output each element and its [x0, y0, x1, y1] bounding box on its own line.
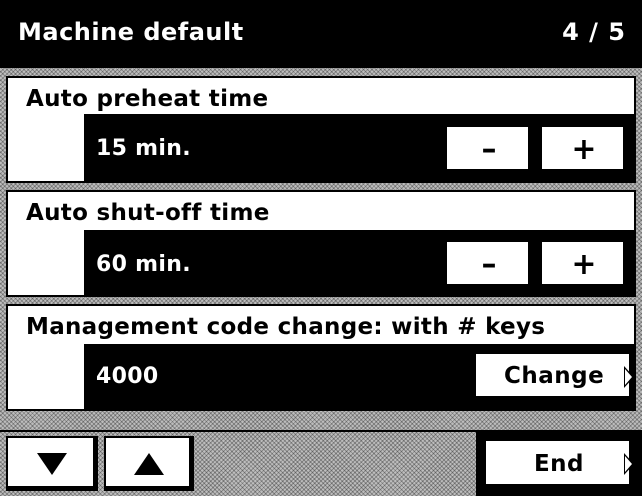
scroll-down-button[interactable]: [6, 436, 98, 491]
plus-icon: +: [571, 131, 597, 167]
change-button[interactable]: Change: [474, 352, 634, 401]
page-indicator: 4 / 5: [562, 18, 626, 46]
end-label: End: [533, 450, 585, 477]
shutoff-minus-button[interactable]: –: [445, 240, 533, 289]
minus-icon: –: [481, 131, 497, 167]
shutoff-label: Auto shut-off time: [26, 200, 270, 226]
minus-icon: –: [481, 246, 497, 282]
plus-icon: +: [571, 246, 597, 282]
end-button[interactable]: End: [484, 439, 634, 489]
preheat-value: 15 min.: [96, 136, 191, 161]
management-code-label: Management code change: with # keys: [26, 314, 546, 340]
shutoff-value: 60 min.: [96, 252, 191, 277]
preheat-plus-button[interactable]: +: [540, 125, 628, 174]
management-code-value: 4000: [96, 364, 159, 389]
change-label: Change: [504, 363, 605, 389]
triangle-up-icon: [134, 452, 164, 475]
triangle-down-icon: [37, 452, 67, 475]
title-bar: Machine default 4 / 5: [0, 0, 642, 68]
shutoff-plus-button[interactable]: +: [540, 240, 628, 289]
preheat-minus-button[interactable]: –: [445, 125, 533, 174]
scroll-up-button[interactable]: [104, 436, 194, 491]
screen-title: Machine default: [18, 18, 244, 46]
preheat-label: Auto preheat time: [26, 86, 269, 112]
